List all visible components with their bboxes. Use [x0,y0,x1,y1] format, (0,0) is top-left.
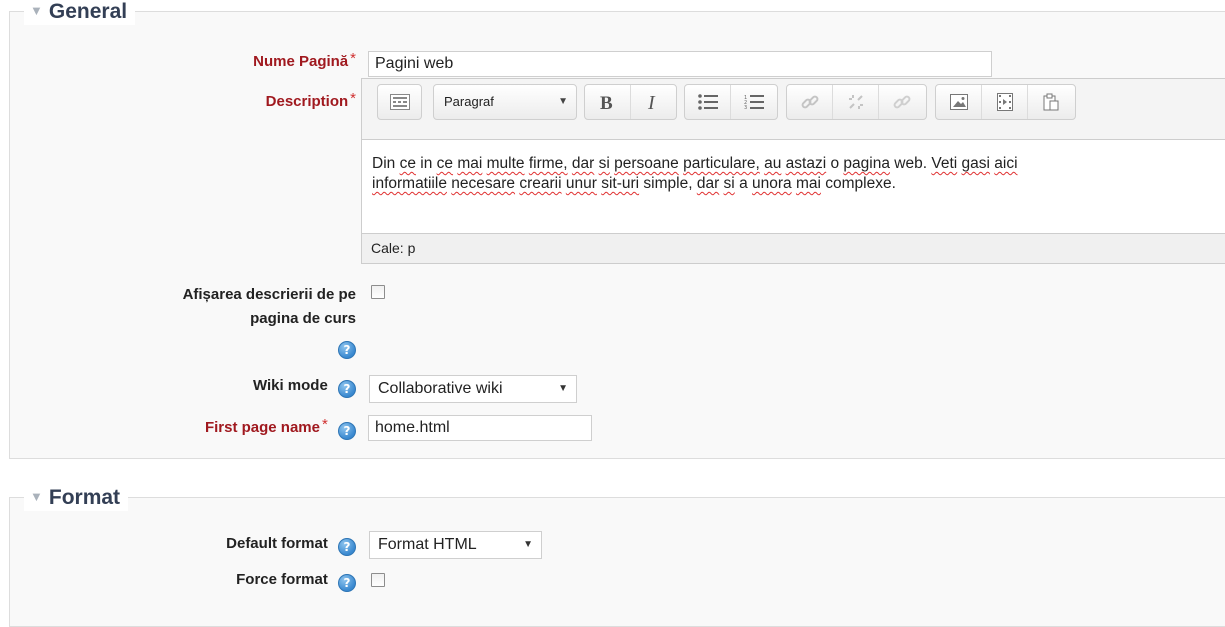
format-section: ▼ Format [9,485,1225,627]
show-description-label-line1: Afișarea descrierii de pe [182,286,356,303]
editor-word: in [420,155,433,172]
page-name-input[interactable] [368,51,992,77]
general-legend-label: General [48,0,128,23]
anchor-icon[interactable] [879,85,925,119]
misspelled-word: particulare, [683,155,760,172]
bullet-list-icon[interactable] [685,85,731,119]
misspelled-word: gasi [961,155,990,172]
collapse-caret-icon: ▼ [30,489,43,504]
misspelled-word: mai [457,155,483,172]
show-description-checkbox[interactable] [371,285,385,299]
page-name-label-text: Nume Pagină [253,53,349,70]
unlink-icon[interactable] [833,85,879,119]
misspelled-word: informatiile [372,175,447,192]
misspelled-word: si [598,155,610,172]
editor-word: simple, [643,175,693,192]
misspelled-word: dar [696,175,720,192]
editor-content[interactable]: Din ce in ce mai multe firme, dar si per… [362,140,1225,234]
toolbar-toggle-icon[interactable] [378,85,421,119]
help-icon[interactable]: ? [338,574,356,592]
page-name-label: Nume Pagină * [253,50,356,70]
wiki-mode-label-text: Wiki mode [252,377,328,394]
required-icon: * [350,90,356,107]
misspelled-word: unur [565,175,597,192]
misspelled-word: multe [486,155,525,172]
first-page-label: First page name * ? [204,416,356,440]
misspelled-word: crearii [519,175,562,192]
required-icon: * [321,416,328,433]
bold-button[interactable]: B [585,85,631,119]
editor-toolbar: Paragraf ▼ B I 123 [362,79,1225,140]
misspelled-word: pagina [843,155,890,172]
wiki-mode-select[interactable]: Collaborative wiki ▼ [369,375,577,403]
misspelled-word: ce [399,155,416,172]
image-icon[interactable] [936,85,982,119]
list-group: 123 [684,84,778,120]
paste-icon[interactable] [1028,85,1074,119]
default-format-label-text: Default format [226,535,328,552]
show-description-label: Afișarea descrierii de pe pagina de curs… [183,283,356,359]
help-icon[interactable]: ? [338,538,356,556]
misspelled-word: unora [752,175,792,192]
paragraph-format-select[interactable]: Paragraf ▼ [433,84,577,120]
svg-text:3: 3 [744,105,747,110]
misspelled-word: dar [571,155,595,172]
help-icon[interactable]: ? [338,380,356,398]
link-group [786,84,927,120]
misspelled-word: necesare [451,175,516,192]
editor-status-bar: Cale: p [362,233,1225,263]
format-legend[interactable]: ▼ Format [24,485,129,511]
chevron-down-icon: ▼ [558,383,568,394]
default-format-value: Format HTML [378,536,477,553]
show-description-label-line2: pagina de curs [250,310,356,327]
required-icon: * [350,50,356,67]
misspelled-word: mai [795,175,821,192]
default-format-label: Default format ? [226,535,356,556]
svg-text:B: B [600,93,613,111]
force-format-label: Force format ? [236,571,356,592]
wiki-mode-value: Collaborative wiki [378,380,503,397]
svg-text:I: I [647,93,656,111]
help-icon[interactable]: ? [338,422,356,440]
force-format-label-text: Force format [236,571,328,588]
wiki-mode-label: Wiki mode ? [253,377,356,398]
misspelled-word: sit-uri [601,175,640,192]
link-icon[interactable] [787,85,833,119]
first-page-input[interactable] [368,415,592,441]
editor-word: a [739,175,748,192]
text-style-group: B I [584,84,677,120]
force-format-checkbox[interactable] [371,573,385,587]
misspelled-word: Veti [931,155,958,172]
misspelled-word: ce [436,155,454,172]
default-format-select[interactable]: Format HTML ▼ [369,531,542,559]
editor-word: o [830,155,840,172]
collapse-caret-icon: ▼ [30,3,43,18]
media-icon[interactable] [982,85,1028,119]
misspelled-word: persoane [614,155,679,172]
general-legend[interactable]: ▼ General [24,0,136,25]
numbered-list-icon[interactable]: 123 [731,85,777,119]
chevron-down-icon: ▼ [523,539,533,550]
misspelled-word: au [764,155,782,172]
media-group [935,84,1076,120]
chevron-down-icon: ▼ [558,96,568,107]
editor-word: Din [372,155,396,172]
help-icon[interactable]: ? [338,341,356,359]
editor-path[interactable]: Cale: p [371,240,415,256]
misspelled-word: aici [994,155,1018,172]
first-page-label-text: First page name [204,419,320,436]
editor-word: complexe. [825,175,896,192]
paragraph-format-value: Paragraf [444,94,494,109]
format-legend-label: Format [48,486,121,509]
editor-word: web. [894,155,928,172]
misspelled-word: si [723,175,735,192]
misspelled-word: firme, [528,155,568,172]
description-editor: Paragraf ▼ B I 123 Din ce in ce mai mult… [361,78,1225,264]
misspelled-word: astazi [785,155,827,172]
italic-button[interactable]: I [631,85,677,119]
description-label-text: Description [265,93,349,110]
toolbar-toggle-group [377,84,422,120]
description-label: Description * [265,90,356,110]
